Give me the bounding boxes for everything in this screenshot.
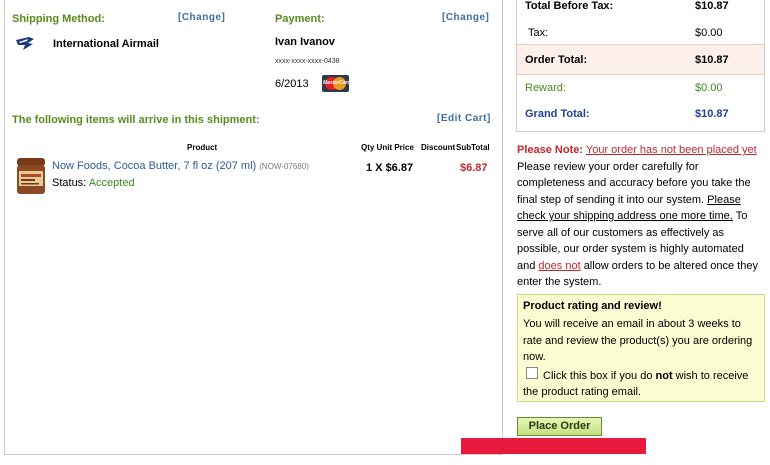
mastercard-logo-text: MasterCard <box>323 80 349 86</box>
product-rating-box: Product rating and review! You will rece… <box>517 294 765 402</box>
status-value: Accepted <box>88 177 135 189</box>
shipment-heading: The following items will arrive in this … <box>12 114 260 126</box>
rating-title: Product rating and review! <box>523 300 662 312</box>
order-total-value: $10.87 <box>695 54 729 66</box>
grand-total-value: $10.87 <box>695 108 729 120</box>
does-not-link[interactable]: does not <box>538 260 580 272</box>
column-header-subtotal: SubTotal <box>456 143 490 152</box>
order-total-label: Order Total: <box>525 54 588 66</box>
mastercard-icon: MasterCard <box>322 75 349 92</box>
order-totals-box: Total Before Tax: $10.87 Tax: $0.00 Orde… <box>516 0 765 132</box>
reward-label: Reward: <box>525 82 566 94</box>
column-header-product: Product <box>187 143 218 152</box>
grand-total-label: Grand Total: <box>525 108 590 120</box>
tax-label: Tax: <box>528 27 549 39</box>
order-not-placed-link[interactable]: Your order has not been placed yet <box>586 144 757 156</box>
rating-opt-text-1: Click this box if you do <box>543 370 653 382</box>
product-link[interactable]: Now Foods, Cocoa Butter, 7 fl oz (207 ml… <box>52 160 309 172</box>
place-order-button[interactable]: Place Order <box>517 417 602 436</box>
card-expiry: 6/2013 <box>275 78 309 90</box>
reward-value: $0.00 <box>695 82 723 94</box>
total-before-tax-label: Total Before Tax: <box>525 0 614 12</box>
product-status: Status: Accepted <box>52 177 135 189</box>
rating-opt-out-label: Click this box if you do not wish to rec… <box>523 368 761 400</box>
cardholder-name: Ivan Ivanov <box>275 36 335 48</box>
card-number: xxxx-xxxx-xxxx-0438 <box>275 58 340 65</box>
change-shipping-link[interactable]: [Change] <box>178 12 225 23</box>
shipping-method-name: International Airmail <box>53 38 159 50</box>
payment-heading: Payment: <box>275 13 325 25</box>
change-payment-link[interactable]: [Change] <box>442 12 489 23</box>
status-label: Status: <box>52 177 87 189</box>
product-image[interactable] <box>14 156 48 196</box>
item-subtotal: $6.87 <box>460 162 488 174</box>
rating-opt-out-checkbox[interactable] <box>526 367 538 379</box>
edit-cart-link[interactable]: [Edit Cart] <box>437 113 491 124</box>
column-header-discount: Discount <box>421 143 456 152</box>
product-name[interactable]: Now Foods, Cocoa Butter, 7 fl oz (207 ml… <box>52 160 256 172</box>
order-note: Please Note: Your order has not been pla… <box>517 142 765 291</box>
qty-unit-price: 1 X $6.87 <box>366 162 414 174</box>
order-review-panel <box>4 0 503 455</box>
column-header-qty-unit-price: Qty Unit Price <box>361 143 414 152</box>
tax-value: $0.00 <box>695 27 723 39</box>
rating-opt-not: not <box>655 370 673 382</box>
rating-text: You will receive an email in about 3 wee… <box>523 318 753 363</box>
note-label: Please Note: <box>517 144 584 156</box>
red-highlight-bar <box>461 438 646 454</box>
product-sku: (NOW-07680) <box>259 162 309 171</box>
total-before-tax-value: $10.87 <box>695 0 729 12</box>
shipping-method-heading: Shipping Method: <box>12 13 105 25</box>
usps-eagle-icon <box>16 36 34 51</box>
